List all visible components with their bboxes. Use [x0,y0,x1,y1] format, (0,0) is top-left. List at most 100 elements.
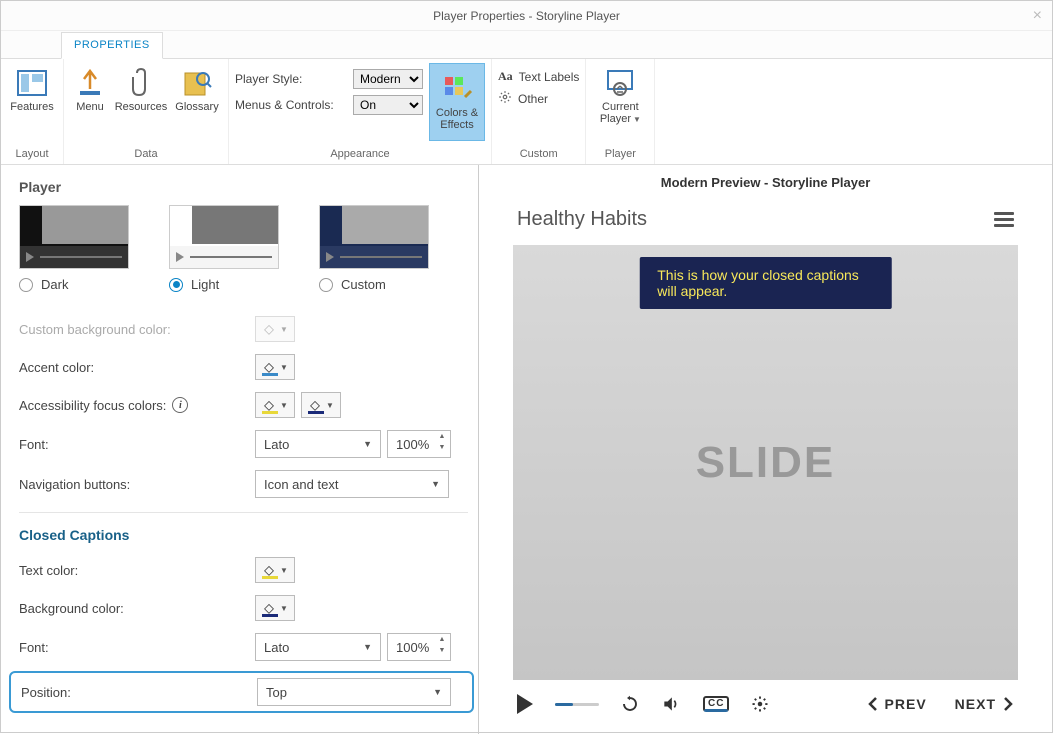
current-player-label: Current Player▼ [594,101,646,125]
a11y-row: Accessibility focus colors: i ▼ ▼ [19,392,468,418]
theme-light[interactable]: Light [169,205,279,292]
radio-light[interactable] [169,278,183,292]
current-player-icon [604,67,636,99]
settings-button[interactable] [751,695,769,713]
gear-icon [498,90,512,107]
prev-label: PREV [885,696,927,712]
text-labels-button[interactable]: Aa Text Labels [498,69,579,84]
features-icon [16,67,48,99]
cc-bg-color-button[interactable]: ▼ [255,595,295,621]
theme-picker: Dark Light Custom [19,205,468,292]
slide-placeholder: SLIDE [696,438,836,488]
radio-dark[interactable] [19,278,33,292]
caption-preview: This is how your closed captions will ap… [639,257,892,309]
close-icon[interactable]: × [1033,7,1042,25]
resources-button[interactable]: Resources [116,63,166,117]
theme-light-label: Light [191,277,219,292]
other-button[interactable]: Other [498,90,579,107]
hamburger-icon[interactable] [994,212,1014,227]
glossary-button[interactable]: Glossary [172,63,222,117]
cc-bg-row: Background color: ▼ [19,595,468,621]
cc-text-label: Text color: [19,563,255,578]
cc-font-row: Font: Lato▼ 100%▲▼ [19,633,468,661]
tab-properties[interactable]: PROPERTIES [61,32,163,59]
preview-frame: Healthy Habits This is how your closed c… [513,200,1018,722]
player-style-row: Player Style: Modern [235,69,423,89]
divider [19,512,468,513]
chevron-right-icon [1002,696,1014,712]
ribbon-group-custom: Aa Text Labels Other Custom [492,59,586,164]
replay-button[interactable] [621,695,639,713]
ribbon-group-appearance: Player Style: Modern Menus & Controls: O… [229,59,492,164]
accent-row: Accent color: ▼ [19,354,468,380]
cc-font-label: Font: [19,640,255,655]
font-dropdown[interactable]: Lato▼ [255,430,381,458]
preview-panel: Modern Preview - Storyline Player Health… [479,165,1052,734]
custom-bg-row: Custom background color: ▼ [19,316,468,342]
a11y-label: Accessibility focus colors: [19,398,166,413]
colors-effects-button[interactable]: Colors & Effects [429,63,485,141]
cc-text-color-button[interactable]: ▼ [255,557,295,583]
nav-label: Navigation buttons: [19,477,255,492]
next-label: NEXT [955,696,996,712]
accent-color-button[interactable]: ▼ [255,354,295,380]
preview-title: Modern Preview - Storyline Player [479,165,1052,200]
position-dropdown[interactable]: Top▼ [257,678,451,706]
custom-bg-label: Custom background color: [19,322,255,337]
menus-controls-row: Menus & Controls: On [235,95,423,115]
features-label: Features [10,101,53,113]
play-button[interactable] [517,694,533,714]
cc-text-row: Text color: ▼ [19,557,468,583]
glossary-icon [181,67,213,99]
current-player-button[interactable]: Current Player▼ [592,63,648,129]
theme-custom-thumb [319,205,429,269]
cc-button[interactable]: CC [703,696,729,712]
prev-button[interactable]: PREV [867,696,927,712]
text-labels-label: Text Labels [519,70,580,84]
theme-light-thumb [169,205,279,269]
font-row: Font: Lato▼ 100%▲▼ [19,430,468,458]
slide-area: This is how your closed captions will ap… [513,245,1018,680]
custom-bg-color-button: ▼ [255,316,295,342]
cc-section-title: Closed Captions [19,527,468,543]
radio-custom[interactable] [319,278,333,292]
glossary-label: Glossary [175,101,218,113]
next-button[interactable]: NEXT [955,696,1014,712]
a11y-color1-button[interactable]: ▼ [255,392,295,418]
player-style-select[interactable]: Modern [353,69,423,89]
a11y-color2-button[interactable]: ▼ [301,392,341,418]
font-size-spinner[interactable]: 100%▲▼ [387,430,451,458]
menus-controls-label: Menus & Controls: [235,98,345,112]
project-title: Healthy Habits [517,208,647,231]
features-button[interactable]: Features [7,63,57,117]
cc-font-dropdown[interactable]: Lato▼ [255,633,381,661]
menus-controls-select[interactable]: On [353,95,423,115]
ribbon-group-data: Menu Resources Glossary Data [64,59,229,164]
player-style-label: Player Style: [235,72,345,86]
volume-button[interactable] [661,694,681,714]
cc-icon: CC [703,696,729,712]
menu-button[interactable]: Menu [70,63,110,117]
group-label-layout: Layout [7,146,57,162]
theme-custom[interactable]: Custom [319,205,429,292]
preview-header: Healthy Habits [513,200,1018,245]
ribbon: Features Layout Menu Resources [1,59,1052,165]
player-section-title: Player [19,179,468,195]
theme-dark-label: Dark [41,277,68,292]
group-label-custom: Custom [498,146,579,162]
main-area: Player Dark Light Custom Custom backgrou… [1,165,1052,734]
group-label-data: Data [70,146,222,162]
paperclip-icon [125,67,157,99]
theme-dark[interactable]: Dark [19,205,129,292]
group-label-player: Player [592,146,648,162]
info-icon[interactable]: i [172,397,188,413]
theme-custom-label: Custom [341,277,386,292]
cc-font-size-spinner[interactable]: 100%▲▼ [387,633,451,661]
colors-effects-label: Colors & Effects [432,107,482,131]
play-icon [517,694,533,714]
nav-dropdown[interactable]: Icon and text▼ [255,470,449,498]
seekbar[interactable] [555,703,599,706]
group-label-appearance: Appearance [235,146,485,162]
other-label: Other [518,92,548,106]
colors-effects-icon [441,73,473,105]
